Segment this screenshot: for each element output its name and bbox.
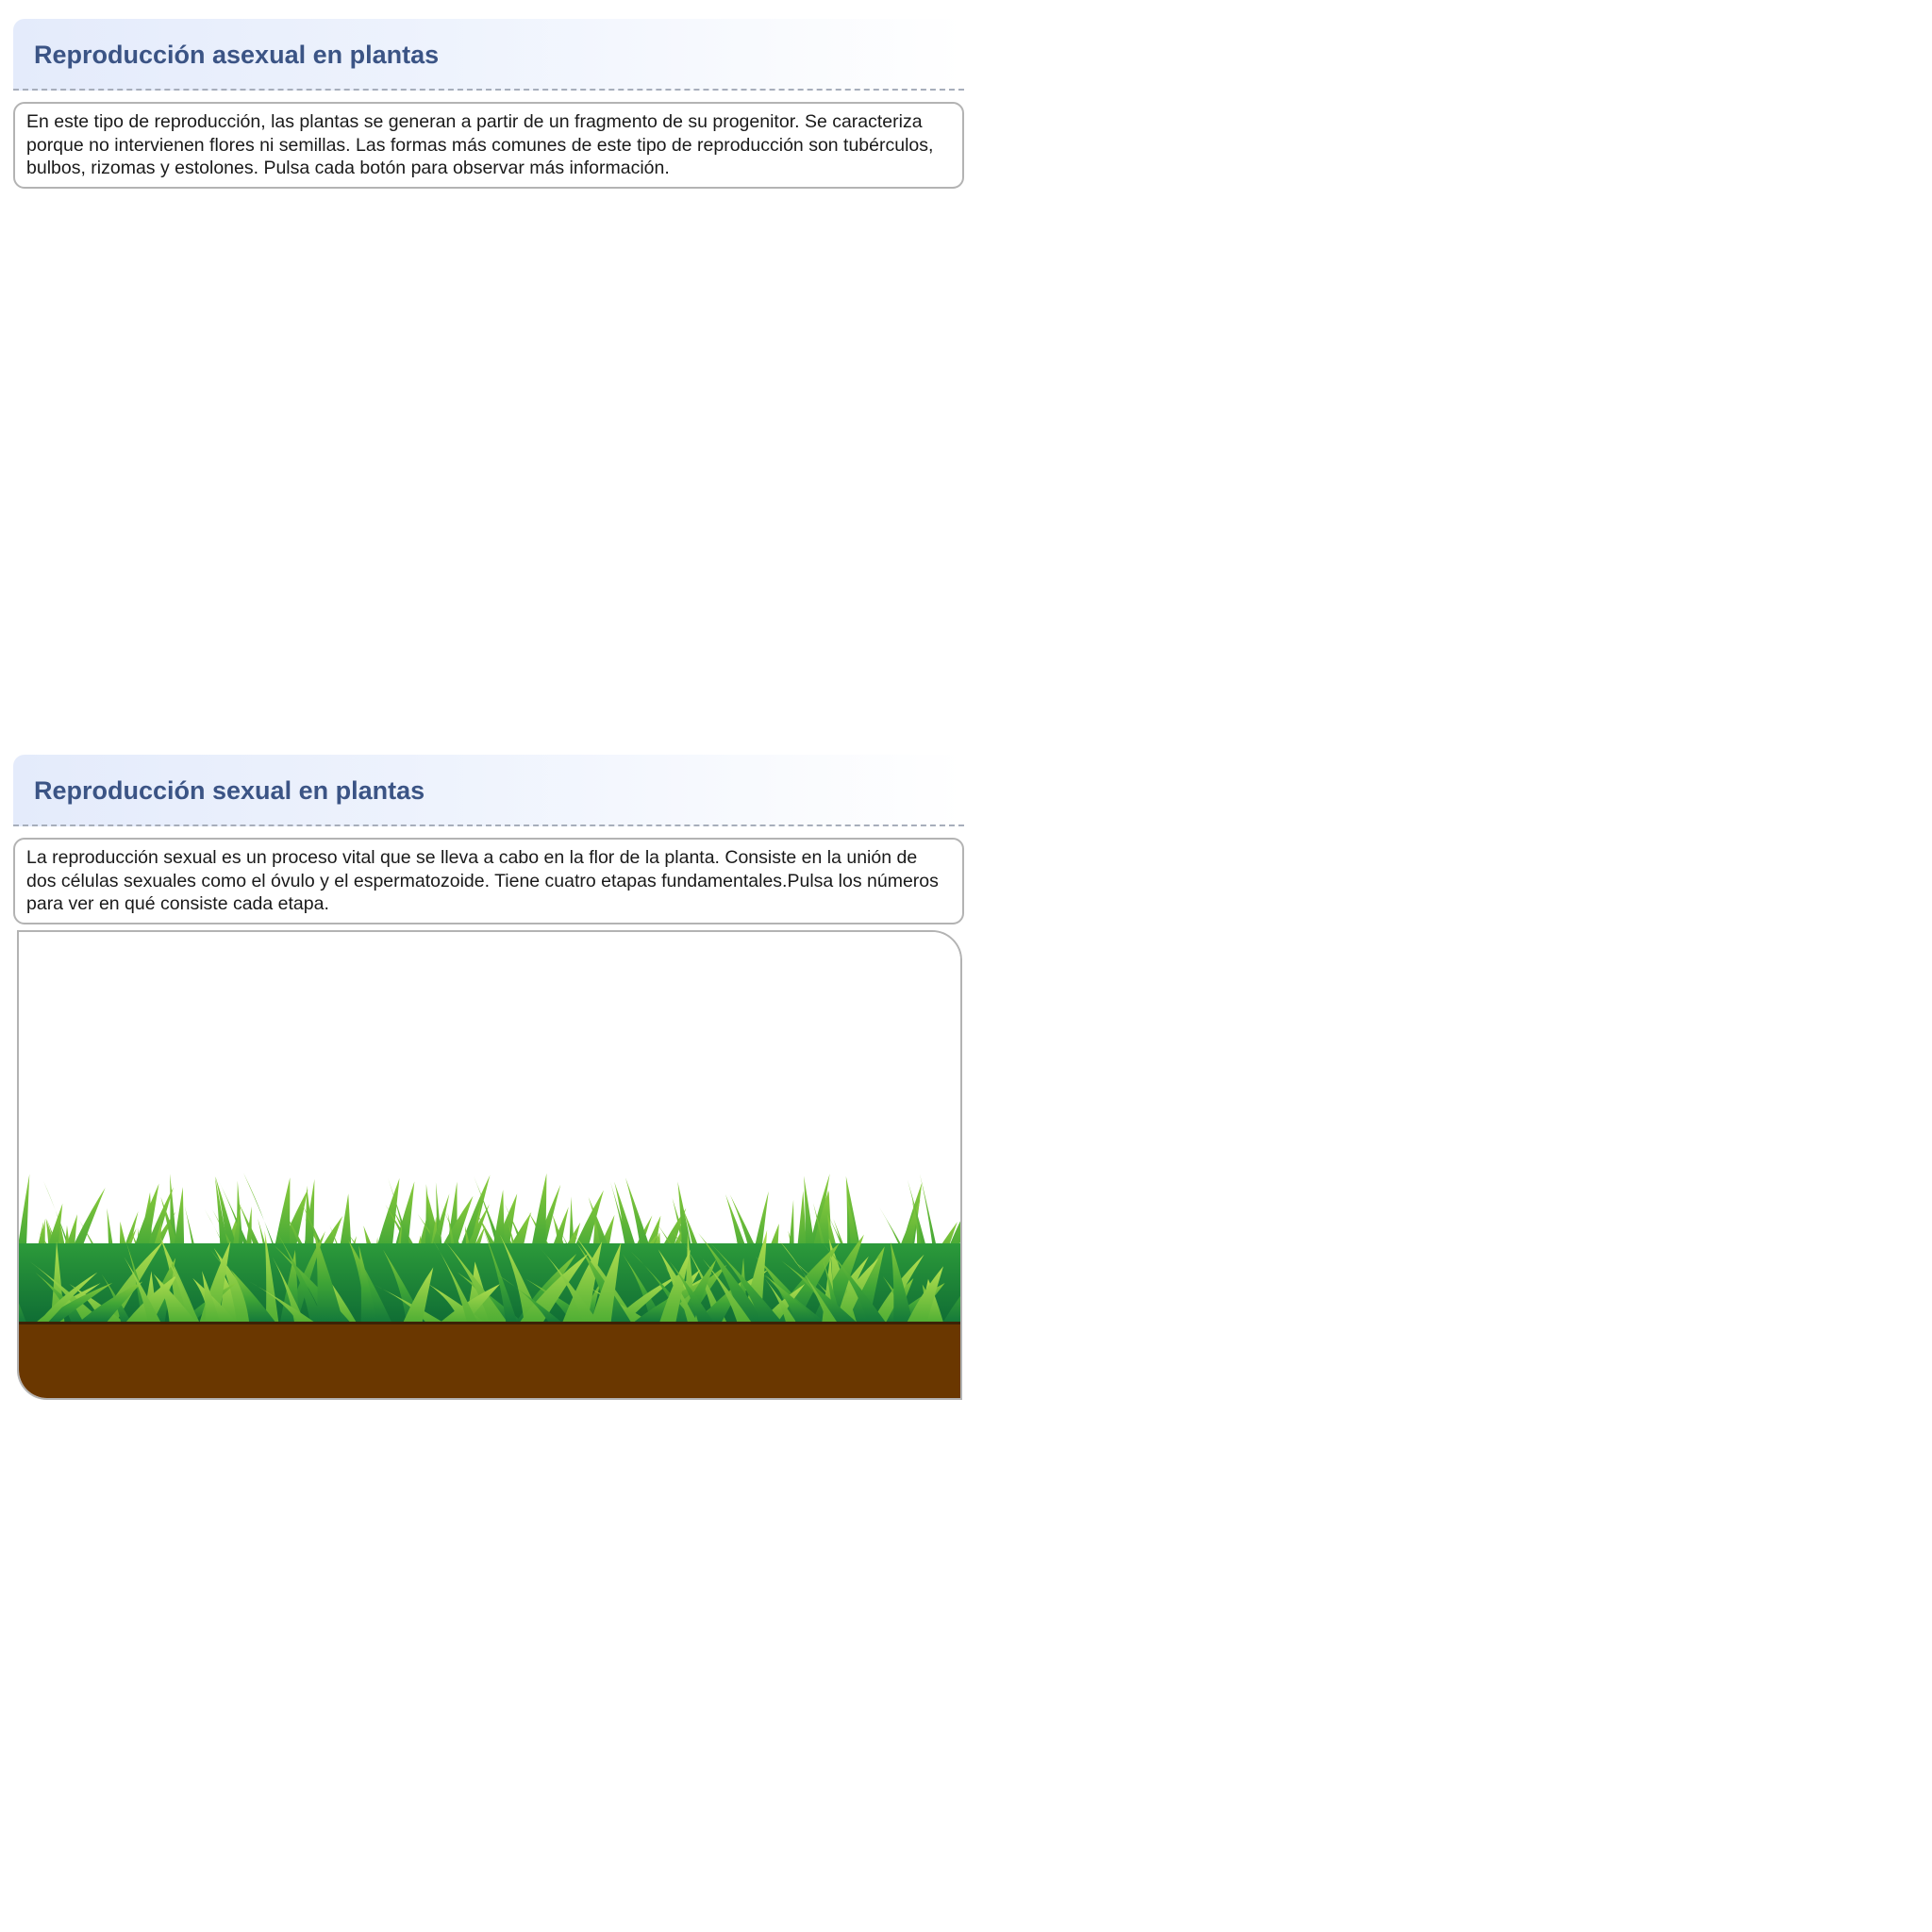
soil [19, 1323, 960, 1398]
grass-soil-illustration [19, 932, 960, 1398]
sexual-description: La reproducción sexual es un proceso vit… [13, 838, 964, 924]
soil-edge [19, 1322, 960, 1324]
grass-scene-illustration [17, 930, 962, 1400]
asexual-section-title: Reproducción asexual en plantas [34, 41, 440, 69]
sexual-section-title: Reproducción sexual en plantas [34, 776, 425, 805]
asexual-section-header: Reproducción asexual en plantas [13, 19, 964, 91]
sexual-section: Reproducción sexual en plantas La reprod… [13, 755, 964, 924]
sexual-section-header: Reproducción sexual en plantas [13, 755, 964, 826]
asexual-description: En este tipo de reproducción, las planta… [13, 102, 964, 189]
asexual-section: Reproducción asexual en plantas En este … [13, 19, 964, 189]
